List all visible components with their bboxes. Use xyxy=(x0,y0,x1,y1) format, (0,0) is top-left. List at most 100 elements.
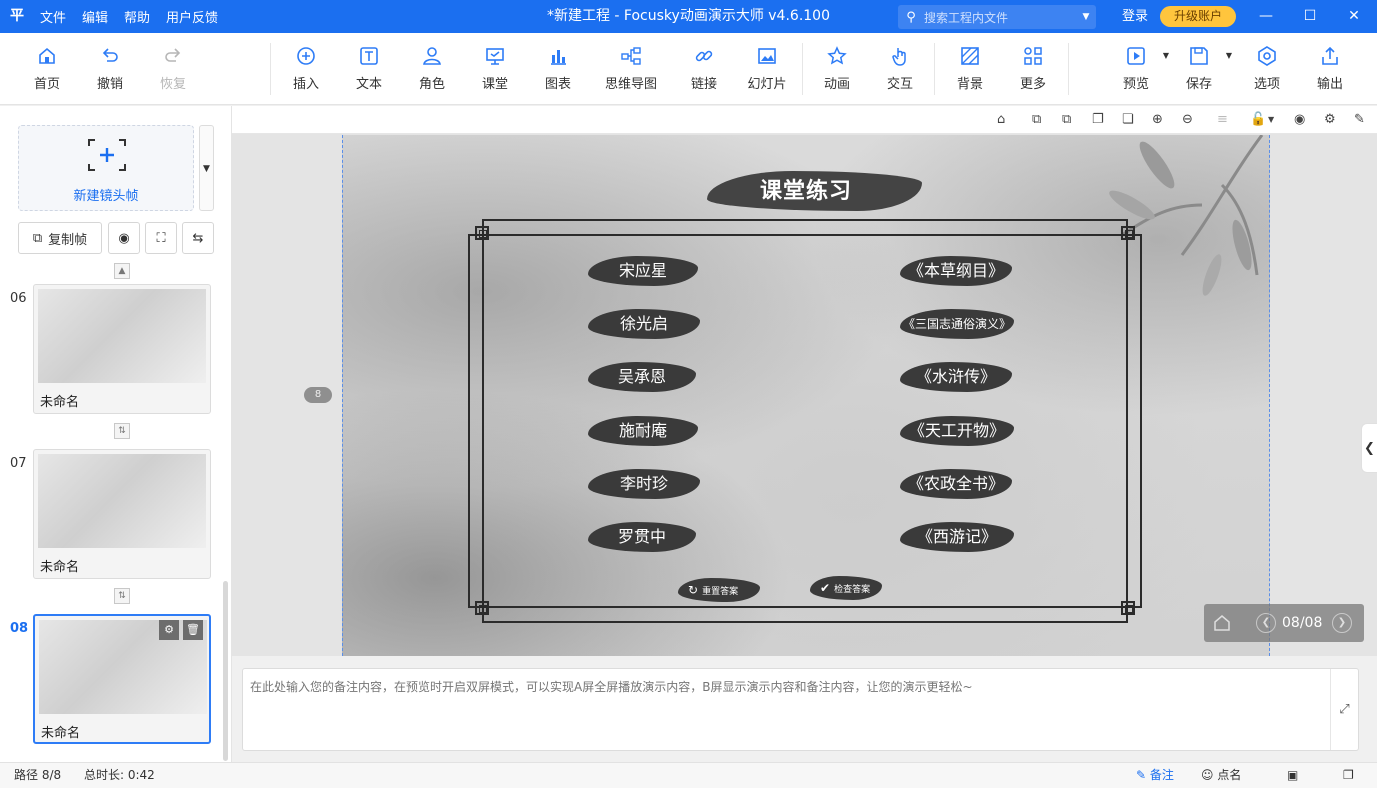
person-label[interactable]: 罗贯中 xyxy=(588,522,696,552)
menu-help[interactable]: 帮助 xyxy=(124,7,150,26)
project-search[interactable]: ⚲ 搜索工程内文件 ▼ xyxy=(898,5,1096,29)
upgrade-button[interactable]: 升级账户 xyxy=(1160,6,1236,27)
notes-input[interactable] xyxy=(243,669,1331,750)
zoom-in-icon[interactable]: ⊕ xyxy=(1152,112,1168,128)
frame-thumbnail-selected[interactable]: ⚙ 🗑 未命名 xyxy=(33,614,211,744)
more-button[interactable]: 更多 xyxy=(1004,45,1062,95)
frame-thumbnail[interactable]: 未命名 xyxy=(33,449,211,579)
close-icon[interactable]: ✕ xyxy=(1331,0,1377,33)
zoom-out-icon[interactable]: ⊖ xyxy=(1182,112,1198,128)
expand-icon[interactable]: ⤢ xyxy=(1330,669,1358,750)
collapse-right-panel-button[interactable]: ❮ xyxy=(1361,423,1377,473)
screen-icon[interactable]: ▣ xyxy=(1287,763,1298,787)
role-button[interactable]: 角色 xyxy=(403,45,461,95)
rollcall-button[interactable]: ☺ 点名 xyxy=(1201,763,1241,787)
background-button[interactable]: 背景 xyxy=(941,45,999,95)
check-answer-button[interactable]: ✔ 检查答案 xyxy=(810,576,882,600)
book-label[interactable]: 《三国志通俗演义》 xyxy=(900,309,1014,339)
menu-edit[interactable]: 编辑 xyxy=(82,7,108,26)
window-icon[interactable]: ❐ xyxy=(1343,763,1354,787)
menu-feedback[interactable]: 用户反馈 xyxy=(166,7,218,26)
save-button[interactable]: 保存 ▼ xyxy=(1170,45,1232,95)
options-button[interactable]: 选项 xyxy=(1238,45,1296,95)
chevron-down-icon[interactable]: ▼ xyxy=(1226,51,1232,60)
fit-frame-button[interactable]: ⛶ xyxy=(145,222,177,254)
person-label[interactable]: 施耐庵 xyxy=(588,416,698,446)
text-button[interactable]: 文本 xyxy=(340,45,398,95)
trash-icon[interactable]: 🗑 xyxy=(183,620,203,640)
chevron-down-icon[interactable]: ▼ xyxy=(1076,12,1096,22)
animation-button[interactable]: 动画 xyxy=(808,45,866,95)
frame-thumbnail[interactable]: 未命名 xyxy=(33,284,211,414)
save-icon xyxy=(1190,47,1208,65)
book-label[interactable]: 《农政全书》 xyxy=(900,469,1012,499)
bring-forward-icon[interactable]: ⧉ xyxy=(1032,112,1048,128)
chevron-down-icon[interactable]: ▼ xyxy=(1163,51,1169,60)
minimize-icon[interactable]: — xyxy=(1243,0,1289,33)
swap-frame-button[interactable]: ⇆ xyxy=(182,222,214,254)
frame-name: 未命名 xyxy=(40,560,80,575)
chart-button[interactable]: 图表 xyxy=(529,45,587,95)
toolbar-divider xyxy=(270,43,271,95)
maximize-icon[interactable]: ☐ xyxy=(1287,0,1333,33)
interaction-button[interactable]: 交互 xyxy=(871,45,929,95)
home-icon[interactable] xyxy=(1212,613,1232,633)
previous-slide-icon[interactable]: ❮ xyxy=(1256,613,1276,633)
reset-answer-button[interactable]: ↻ 重置答案 xyxy=(678,578,760,602)
next-slide-icon[interactable]: ❯ xyxy=(1332,613,1352,633)
mindmap-button[interactable]: 思维导图 xyxy=(601,45,661,95)
new-frame-icon xyxy=(88,139,126,171)
book-label[interactable]: 《本草纲目》 xyxy=(900,256,1012,286)
frame-settings-icon[interactable]: ⚙ xyxy=(159,620,179,640)
new-frame-button[interactable]: 新建镜头帧 xyxy=(18,125,194,211)
login-link[interactable]: 登录 xyxy=(1122,0,1148,33)
person-label[interactable]: 宋应星 xyxy=(588,256,698,286)
insert-button[interactable]: 插入 xyxy=(277,45,335,95)
chevron-down-icon[interactable]: ▼ xyxy=(1268,115,1284,131)
send-backward-icon[interactable]: ⧉ xyxy=(1062,112,1078,128)
edit-icon[interactable]: ✎ xyxy=(1354,112,1370,128)
undo-icon xyxy=(102,48,118,62)
book-label[interactable]: 《水浒传》 xyxy=(900,362,1012,392)
settings-icon[interactable]: ⚙ xyxy=(1324,112,1340,128)
home-view-icon[interactable]: ⌂ xyxy=(997,112,1013,128)
export-button[interactable]: 输出 xyxy=(1301,45,1359,95)
align-icon[interactable]: ≡ xyxy=(1217,112,1233,128)
slide-stage[interactable]: 课堂练习 宋应星 徐光启 吴承恩 施耐庵 李时珍 罗贯中 《本草纲目》 《三国志… xyxy=(342,135,1270,656)
copy-icon[interactable]: ❐ xyxy=(1092,112,1108,128)
menu-bar: 文件 编辑 帮助 用户反馈 xyxy=(40,0,218,33)
person-label[interactable]: 李时珍 xyxy=(588,469,700,499)
home-button[interactable]: 首页 xyxy=(18,45,76,95)
lock-icon[interactable]: 🔓 xyxy=(1250,112,1266,128)
transition-icon[interactable]: ⇅ xyxy=(114,588,130,604)
transition-icon[interactable]: ⇅ xyxy=(114,423,130,439)
redo-button[interactable]: 恢复 xyxy=(144,45,202,95)
editing-canvas[interactable]: 8 课堂练习 宋应星 徐光启 吴承恩 施耐庵 李时珍 罗贯中 《本草纲目》 《三… xyxy=(232,134,1377,656)
frame-corner xyxy=(1121,226,1135,240)
copy-frame-button[interactable]: ⧉ 复制帧 xyxy=(18,222,102,254)
canvas-toolbar: ⌂ ⧉ ⧉ ❐ ❏ ⊕ ⊖ ≡ 🔓 ▼ ◉ ⚙ ✎ xyxy=(232,106,1377,134)
person-label[interactable]: 吴承恩 xyxy=(588,362,696,392)
paste-icon[interactable]: ❏ xyxy=(1122,112,1138,128)
transition-icon[interactable]: ▲ xyxy=(114,263,130,279)
notes-toggle[interactable]: ✎ 备注 xyxy=(1136,763,1174,787)
new-frame-dropdown[interactable]: ▼ xyxy=(199,125,214,211)
book-label[interactable]: 《西游记》 xyxy=(900,522,1014,552)
slides-button[interactable]: 幻灯片 xyxy=(738,45,796,95)
frame-list-scrollbar[interactable] xyxy=(223,581,228,761)
camera-icon[interactable]: ◉ xyxy=(1294,112,1310,128)
preview-button[interactable]: 预览 ▼ xyxy=(1107,45,1169,95)
book-label[interactable]: 《天工开物》 xyxy=(900,416,1014,446)
screenshot-frame-button[interactable]: ◉ xyxy=(108,222,140,254)
frame-corner xyxy=(475,601,489,615)
link-icon xyxy=(695,50,713,62)
star-icon xyxy=(827,46,847,65)
status-bar: 路径 8/8 总时长: 0:42 ✎ 备注 ☺ 点名 ▣ ❐ xyxy=(0,762,1377,788)
classroom-button[interactable]: 课堂 xyxy=(466,45,524,95)
person-label[interactable]: 徐光启 xyxy=(588,309,700,339)
search-input[interactable]: 搜索工程内文件 xyxy=(924,9,1076,26)
undo-button[interactable]: 撤销 xyxy=(81,45,139,95)
menu-file[interactable]: 文件 xyxy=(40,7,66,26)
notes-panel: ⤢ xyxy=(242,668,1359,751)
link-button[interactable]: 链接 xyxy=(675,45,733,95)
